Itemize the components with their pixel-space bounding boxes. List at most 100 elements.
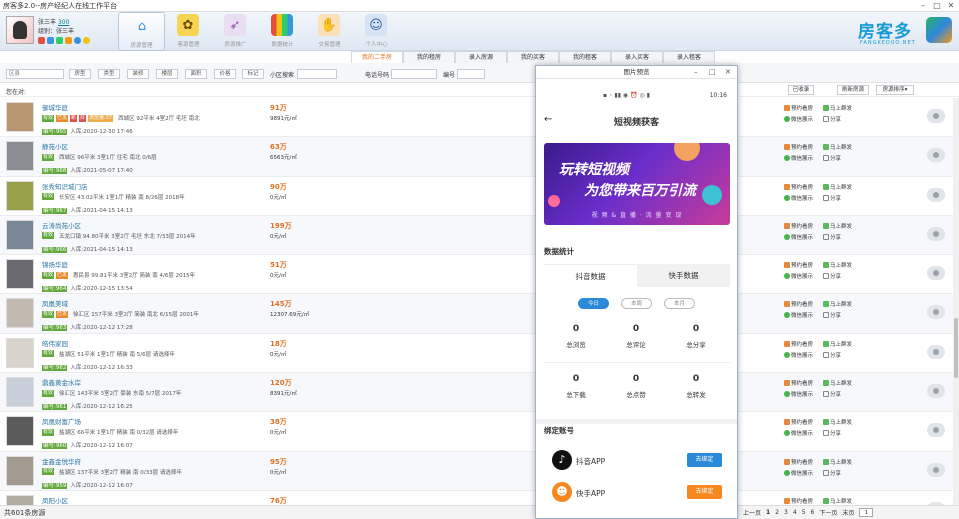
lock-icon[interactable]	[65, 37, 72, 44]
appoint-action[interactable]: 预约看房	[784, 183, 813, 191]
minimize-icon[interactable]: –	[916, 0, 930, 12]
kind-filter[interactable]: 类型	[98, 69, 120, 79]
share-action[interactable]: 分享	[823, 469, 841, 477]
nav-profile[interactable]: ☺ 个人中心	[353, 12, 400, 51]
page-1[interactable]: 1	[766, 509, 770, 516]
listing-name[interactable]: 凤阳小区	[42, 495, 68, 505]
area-filter[interactable]: 面积	[185, 69, 207, 79]
tab-my-rent[interactable]: 我的租房	[403, 51, 455, 63]
listing-name[interactable]: 御城华庭	[42, 102, 68, 112]
sort-listings-button[interactable]: 房源排序▾	[876, 85, 914, 95]
page-next-button[interactable]: 下一页	[819, 508, 837, 517]
tab-kuaishou-data[interactable]: 快手数据	[637, 264, 730, 287]
phone-input[interactable]	[391, 69, 437, 79]
page-jump-select[interactable]: 1	[859, 508, 874, 517]
listing-name[interactable]: 金鑫金悦华府	[42, 456, 81, 466]
refresh-listings-button[interactable]: 刷新房源	[837, 85, 869, 95]
page-prev-button[interactable]: 上一页	[743, 508, 761, 517]
share-action[interactable]: 分享	[823, 194, 841, 202]
page-2[interactable]: 2	[775, 509, 779, 516]
pill-month[interactable]: 本月	[664, 298, 695, 309]
scroll-thumb[interactable]	[954, 318, 958, 378]
listing-name[interactable]: 鼎鑫黄金水岸	[42, 377, 81, 387]
publish-action[interactable]: 马上群发	[823, 143, 852, 151]
page-6[interactable]: 6	[811, 509, 815, 516]
eye-icon[interactable]	[927, 109, 945, 123]
nav-client-manage[interactable]: ✿ 客源管理	[165, 12, 212, 51]
listing-name[interactable]: 静苑小区	[42, 141, 68, 151]
listing-thumbnail[interactable]	[6, 102, 34, 132]
edit-icon[interactable]	[56, 37, 63, 44]
page-last-button[interactable]: 末页	[842, 508, 854, 517]
listing-thumbnail[interactable]	[6, 259, 34, 290]
table-row[interactable]: 凤凰美域 有效 已发 徐汇区 157平米 3室2厅 简装 南北 6/15层 2001…	[0, 294, 959, 334]
publish-action[interactable]: 马上群发	[823, 497, 852, 505]
listing-thumbnail[interactable]	[6, 337, 34, 368]
table-row[interactable]: 御城华庭 有效 已发新抖浏览量:37 西城区 92平米 4室2厅 毛坯 南北 编号:…	[0, 98, 959, 138]
share-action[interactable]: 分享	[823, 272, 841, 280]
eye-icon[interactable]	[927, 305, 945, 320]
wechat-action[interactable]: 微信展示	[784, 154, 813, 162]
room-type-filter[interactable]: 房型	[69, 69, 91, 79]
table-row[interactable]: 凤凰财富广场 有效 盐湖区 66平米 1室1厅 精装 南 0/32层 请选择年 编…	[0, 412, 959, 452]
listing-thumbnail[interactable]	[6, 455, 34, 486]
publish-action[interactable]: 马上群发	[823, 379, 852, 387]
publish-action[interactable]: 马上群发	[823, 261, 852, 269]
bind-douyin-button[interactable]: 去绑定	[687, 453, 722, 467]
tab-my-renters[interactable]: 我的租客	[559, 51, 611, 63]
message-icon[interactable]	[47, 37, 54, 44]
eye-icon[interactable]	[927, 187, 945, 202]
eye-icon[interactable]	[927, 384, 945, 399]
listing-name[interactable]: 锦扬华庭	[42, 259, 68, 269]
table-row[interactable]: 云涛尚苑小区 有效 五龙口镇 94.80平米 3室2厅 毛坯 东北 7/33层 2…	[0, 215, 959, 256]
listing-thumbnail[interactable]	[6, 416, 34, 447]
wechat-action[interactable]: 微信展示	[784, 272, 813, 280]
table-row[interactable]: 锦扬华庭 有效 已发 惠民县 99.81平米 3室2厅 简装 南 4/6层 2015…	[0, 255, 959, 295]
tag-filter[interactable]: 标记	[242, 69, 264, 79]
maximize-icon[interactable]: □	[930, 0, 944, 12]
listing-name[interactable]: 凤凰财富广场	[42, 416, 81, 426]
table-row[interactable]: 金鑫金悦华府 有效 盐湖区 137平米 3室2厅 精装 南 0/33层 请选择年 …	[0, 451, 959, 491]
table-row[interactable]: 张秀知识城门店 有效 长安区 43.02平米 1室1厅 精装 南 8/26层 20…	[0, 177, 959, 216]
district-select[interactable]: 区县	[6, 69, 64, 79]
listing-thumbnail[interactable]	[6, 180, 34, 211]
tab-add-house[interactable]: 录入房源	[455, 51, 507, 63]
table-row[interactable]: 皓伟家园 有效 盐湖区 51平米 1室1厅 精装 南 5/6层 请选择年 编号:9…	[0, 334, 959, 374]
publish-action[interactable]: 马上群发	[823, 340, 852, 348]
appoint-action[interactable]: 预约看房	[784, 261, 813, 269]
listing-name[interactable]: 皓伟家园	[42, 338, 68, 348]
share-action[interactable]: 分享	[823, 351, 841, 359]
wechat-action[interactable]: 微信展示	[784, 429, 813, 437]
nav-house-manage[interactable]: ⌂ 房源管理	[118, 12, 165, 51]
favorites-button[interactable]: 已收录	[788, 85, 814, 95]
floor-filter[interactable]: 楼层	[156, 69, 178, 79]
bind-kuaishou-button[interactable]: 去绑定	[687, 485, 722, 499]
appoint-action[interactable]: 预约看房	[784, 418, 813, 426]
price-filter[interactable]: 价格	[214, 69, 236, 79]
publish-action[interactable]: 马上群发	[823, 222, 852, 230]
share-action[interactable]: 分享	[823, 311, 841, 319]
decoration-filter[interactable]: 装修	[127, 69, 149, 79]
preview-minimize-icon[interactable]: –	[694, 66, 698, 79]
wechat-action[interactable]: 微信展示	[784, 351, 813, 359]
eye-icon[interactable]	[927, 226, 945, 241]
wechat-action[interactable]: 微信展示	[784, 469, 813, 477]
listing-thumbnail[interactable]	[6, 141, 34, 172]
eye-icon[interactable]	[927, 148, 945, 163]
listing-name[interactable]: 凤凰美域	[42, 298, 68, 308]
avatar[interactable]	[6, 16, 34, 44]
nav-statistics[interactable]: 数据统计	[259, 12, 306, 51]
nav-promotion[interactable]: ➶ 房源推广	[212, 12, 259, 51]
share-action[interactable]: 分享	[823, 233, 841, 241]
share-action[interactable]: 分享	[823, 154, 841, 162]
wechat-action[interactable]: 微信展示	[784, 115, 813, 123]
table-row[interactable]: 鼎鑫黄金水岸 有效 徐汇区 143平米 3室2厅 豪装 东南 5/7层 2017年…	[0, 373, 959, 413]
vertical-scrollbar[interactable]	[953, 98, 959, 505]
page-4[interactable]: 4	[793, 509, 797, 516]
tab-add-renter[interactable]: 录入租客	[663, 51, 715, 63]
nav-transaction[interactable]: ✋ 交易管理	[306, 12, 353, 51]
share-action[interactable]: 分享	[823, 429, 841, 437]
table-row[interactable]: 静苑小区 有效 西城区 96平米 3室1厅 住宅 南北 0/6层 编号:968 入库…	[0, 137, 959, 177]
page-3[interactable]: 3	[784, 509, 788, 516]
listing-name[interactable]: 云涛尚苑小区	[42, 220, 81, 230]
